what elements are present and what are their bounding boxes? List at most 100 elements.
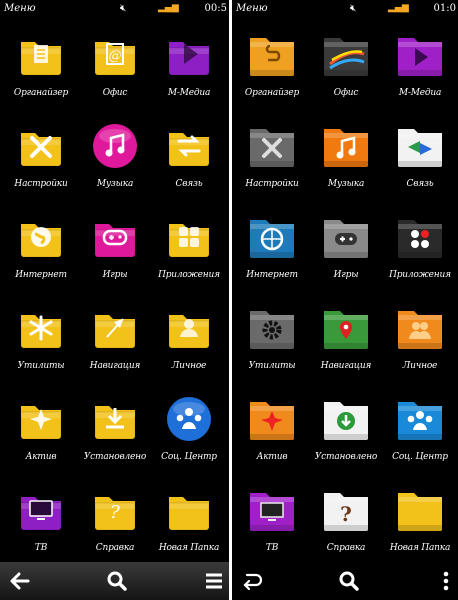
settings-icon bbox=[246, 121, 298, 171]
menu-item-help[interactable]: ? Справка bbox=[309, 483, 383, 573]
menu-item-organizer[interactable]: Органайзер bbox=[235, 28, 309, 118]
office-icon bbox=[320, 30, 372, 80]
menu-item-active[interactable]: Актив bbox=[235, 392, 309, 482]
menu-item-label: Связь bbox=[406, 179, 434, 189]
menu-item-organizer[interactable]: Органайзер bbox=[4, 28, 78, 118]
menu-item-office[interactable]: @ Офис bbox=[78, 28, 152, 118]
svg-text:?: ? bbox=[110, 502, 120, 523]
connectivity-icon bbox=[163, 121, 215, 171]
settings-icon bbox=[15, 121, 67, 171]
menu-item-media[interactable]: М-Медиа bbox=[383, 28, 457, 118]
help-icon: ? bbox=[89, 485, 141, 535]
applications-icon bbox=[394, 212, 446, 262]
menu-item-settings[interactable]: Настройки bbox=[235, 119, 309, 209]
menu-item-media[interactable]: М-Медиа bbox=[152, 28, 226, 118]
menu-item-label: Интернет bbox=[246, 270, 298, 280]
menu-item-office[interactable]: Офис bbox=[309, 28, 383, 118]
menu-item-connectivity[interactable]: Связь bbox=[152, 119, 226, 209]
personal-icon bbox=[394, 303, 446, 353]
office-icon: @ bbox=[89, 30, 141, 80]
organizer-icon bbox=[246, 30, 298, 80]
search-icon[interactable] bbox=[335, 569, 363, 593]
menu-item-label: ТВ bbox=[265, 543, 279, 553]
installed-icon bbox=[89, 394, 141, 444]
menu-item-social-center[interactable]: Соц. Центр bbox=[383, 392, 457, 482]
menu-item-navigation[interactable]: Навигация bbox=[78, 301, 152, 391]
menu-item-label: Органайзер bbox=[13, 88, 69, 98]
tv-icon bbox=[15, 485, 67, 535]
menu-item-internet[interactable]: Интернет bbox=[4, 210, 78, 300]
menu-item-internet[interactable]: Интернет bbox=[235, 210, 309, 300]
menu-item-label: Соц. Центр bbox=[161, 452, 217, 462]
menu-item-label: Навигация bbox=[89, 361, 141, 371]
speaker-mute-icon: 🔇︎ bbox=[120, 3, 127, 14]
social-center-icon bbox=[394, 394, 446, 444]
menu-item-label: Новая Папка bbox=[389, 543, 451, 553]
undo-arrow-icon[interactable] bbox=[238, 569, 266, 593]
menu-item-utilities[interactable]: Утилиты bbox=[4, 301, 78, 391]
installed-icon bbox=[320, 394, 372, 444]
menu-item-label: Соц. Центр bbox=[392, 452, 448, 462]
menu-icon[interactable] bbox=[200, 569, 228, 593]
organizer-icon bbox=[15, 30, 67, 80]
menu-item-social-center[interactable]: Соц. Центр bbox=[152, 392, 226, 482]
menu-item-applications[interactable]: Приложения bbox=[383, 210, 457, 300]
signal-icon: ▂▄▆ bbox=[158, 3, 179, 13]
navigation-icon bbox=[320, 303, 372, 353]
menu-item-installed[interactable]: Установлено bbox=[78, 392, 152, 482]
options-dots-icon[interactable] bbox=[432, 569, 458, 593]
menu-item-games[interactable]: Игры bbox=[78, 210, 152, 300]
menu-item-music[interactable]: Музыка bbox=[309, 119, 383, 209]
new-folder-icon bbox=[394, 485, 446, 535]
menu-item-label: Органайзер bbox=[244, 88, 300, 98]
media-icon bbox=[163, 30, 215, 80]
menu-item-settings[interactable]: Настройки bbox=[4, 119, 78, 209]
games-icon bbox=[89, 212, 141, 262]
new-folder-icon bbox=[163, 485, 215, 535]
menu-item-tv[interactable]: ТВ bbox=[4, 483, 78, 573]
speaker-mute-icon: 🔇︎ bbox=[350, 3, 357, 14]
status-time: 01:0 bbox=[433, 3, 456, 14]
right-menu-screen: Меню 🔇︎ ▂▄▆ 01:0 Органайзер Офис М-Медиа На… bbox=[232, 0, 458, 600]
menu-item-installed[interactable]: Установлено bbox=[309, 392, 383, 482]
menu-item-active[interactable]: Актив bbox=[4, 392, 78, 482]
menu-item-label: Офис bbox=[102, 88, 128, 98]
menu-item-applications[interactable]: Приложения bbox=[152, 210, 226, 300]
connectivity-icon bbox=[394, 121, 446, 171]
bottom-toolbar bbox=[0, 562, 229, 600]
menu-item-personal[interactable]: Личное bbox=[152, 301, 226, 391]
menu-item-label: Справка bbox=[95, 543, 135, 553]
svg-text:?: ? bbox=[340, 502, 352, 526]
tv-icon bbox=[246, 485, 298, 535]
menu-item-label: Настройки bbox=[14, 179, 68, 189]
back-arrow-icon[interactable] bbox=[6, 569, 34, 593]
search-icon[interactable] bbox=[103, 569, 131, 593]
menu-item-help[interactable]: ? Справка bbox=[78, 483, 152, 573]
menu-item-label: Приложения bbox=[389, 270, 451, 280]
menu-item-label: Новая Папка bbox=[158, 543, 220, 553]
menu-item-label: Справка bbox=[326, 543, 366, 553]
menu-item-new-folder[interactable]: Новая Папка bbox=[152, 483, 226, 573]
menu-item-label: Музыка bbox=[327, 179, 365, 189]
active-icon bbox=[246, 394, 298, 444]
left-menu-screen: Меню 🔇︎ ▂▄▆ 00:5 Органайзер @ Офис М-Медиа Н… bbox=[0, 0, 229, 600]
menu-item-navigation[interactable]: Навигация bbox=[309, 301, 383, 391]
status-title: Меню bbox=[236, 3, 268, 14]
menu-item-utilities[interactable]: Утилиты bbox=[235, 301, 309, 391]
menu-item-label: Приложения bbox=[158, 270, 220, 280]
social-center-icon bbox=[163, 394, 215, 444]
utilities-icon bbox=[246, 303, 298, 353]
menu-item-tv[interactable]: ТВ bbox=[235, 483, 309, 573]
media-icon bbox=[394, 30, 446, 80]
status-bar: Меню 🔇︎ ▂▄▆ 00:5 bbox=[0, 0, 229, 18]
status-bar: Меню 🔇︎ ▂▄▆ 01:0 bbox=[232, 0, 458, 18]
menu-item-label: Игры bbox=[333, 270, 359, 280]
menu-item-music[interactable]: Музыка bbox=[78, 119, 152, 209]
menu-item-label: Навигация bbox=[320, 361, 372, 371]
navigation-icon bbox=[89, 303, 141, 353]
menu-item-connectivity[interactable]: Связь bbox=[383, 119, 457, 209]
menu-item-personal[interactable]: Личное bbox=[383, 301, 457, 391]
menu-item-new-folder[interactable]: Новая Папка bbox=[383, 483, 457, 573]
menu-item-label: Связь bbox=[175, 179, 203, 189]
menu-item-games[interactable]: Игры bbox=[309, 210, 383, 300]
